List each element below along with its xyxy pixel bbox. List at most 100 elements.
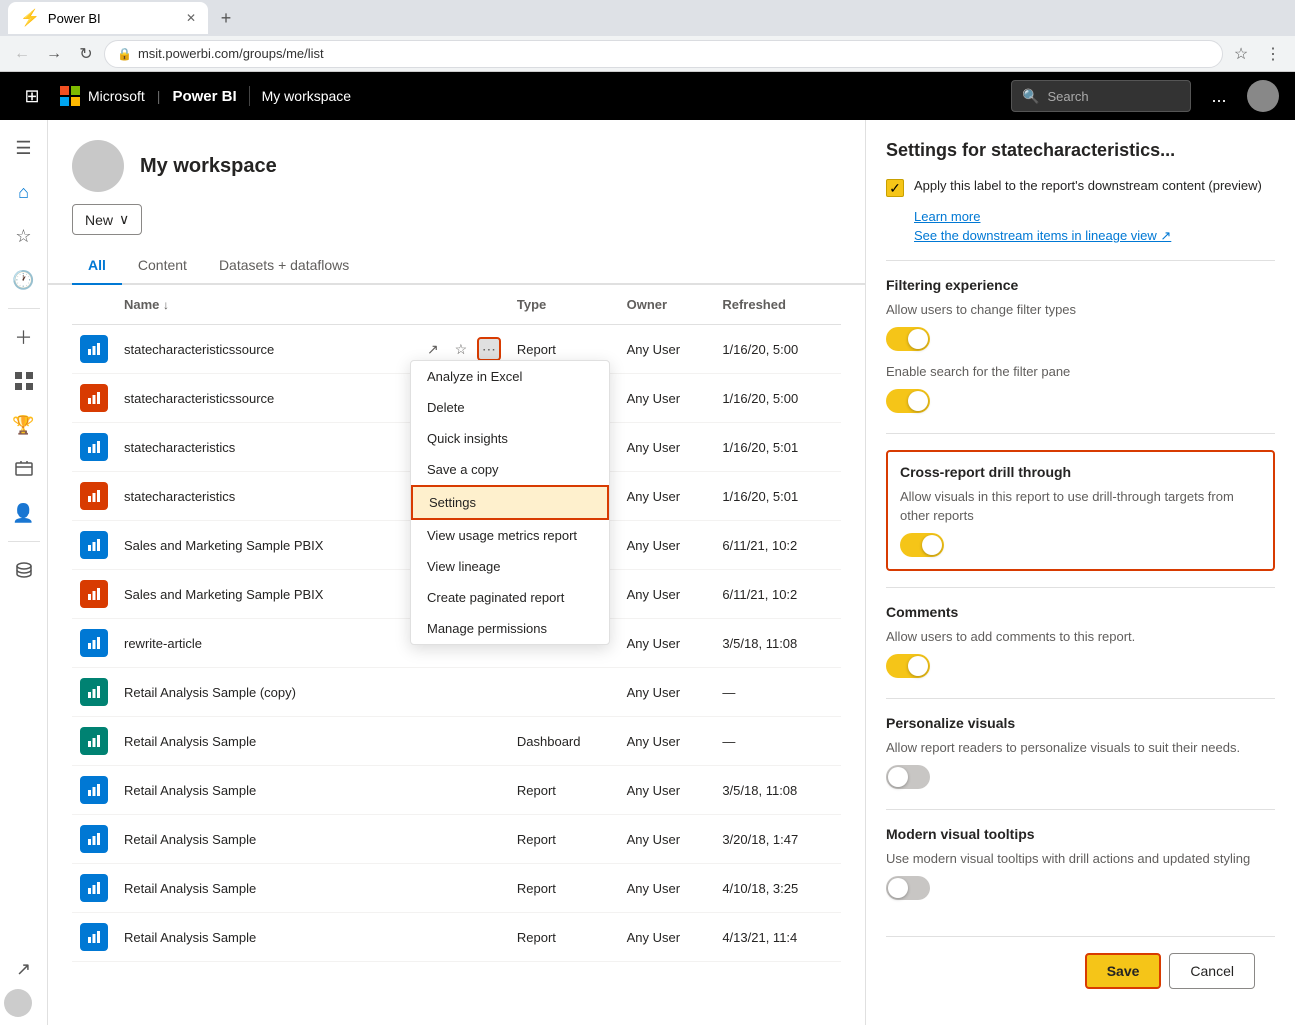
row-name-cell: statecharacteristics [116, 472, 413, 521]
checkbox-apply-label[interactable]: ✓ [886, 179, 904, 197]
waffle-icon[interactable]: ⊞ [16, 80, 48, 112]
microsoft-label: Microsoft [88, 88, 145, 104]
back-button[interactable]: ← [8, 40, 36, 68]
col-refreshed[interactable]: Refreshed [714, 285, 841, 325]
col-type[interactable]: Type [509, 285, 619, 325]
share-icon[interactable]: ↗ [421, 680, 445, 704]
item-icon [80, 384, 108, 412]
sidebar-item-menu[interactable]: ☰ [4, 128, 44, 168]
refresh-button[interactable]: ↻ [72, 40, 100, 68]
context-menu-item[interactable]: Create paginated report [411, 582, 609, 613]
row-refreshed-cell: — [714, 668, 841, 717]
row-owner-cell: Any User [619, 374, 715, 423]
row-name-cell: Retail Analysis Sample [116, 864, 413, 913]
forward-button[interactable]: → [40, 40, 68, 68]
context-menu-item[interactable]: Analyze in Excel [411, 361, 609, 392]
personalize-desc: Allow report readers to personalize visu… [886, 739, 1275, 757]
share-icon[interactable]: ↗ [421, 925, 445, 949]
sidebar-item-learn[interactable]: ↗ [4, 949, 44, 989]
share-icon[interactable]: ↗ [421, 778, 445, 802]
cancel-button[interactable]: Cancel [1169, 953, 1255, 989]
lineage-link[interactable]: See the downstream items in lineage view… [914, 228, 1275, 244]
header-more-button[interactable]: ... [1203, 80, 1235, 112]
share-icon[interactable]: ↗ [421, 827, 445, 851]
more-options-button[interactable]: ⋯ [477, 925, 501, 949]
sidebar-item-apps[interactable] [4, 361, 44, 401]
search-icon: 🔍 [1022, 88, 1039, 105]
divider-5 [886, 809, 1275, 810]
sidebar-item-create[interactable]: ＋ [4, 317, 44, 357]
save-button[interactable]: Save [1085, 953, 1162, 989]
filter-search-desc: Enable search for the filter pane [886, 363, 1275, 381]
bookmark-button[interactable]: ☆ [1227, 40, 1255, 68]
star-icon[interactable]: ☆ [449, 778, 473, 802]
context-menu-item[interactable]: Quick insights [411, 423, 609, 454]
toggle-cross-report[interactable] [900, 533, 944, 557]
sidebar-item-favorites[interactable]: ☆ [4, 216, 44, 256]
sidebar-item-recent[interactable]: 🕐 [4, 260, 44, 300]
share-icon[interactable]: ↗ [421, 729, 445, 753]
new-button[interactable]: New ∨ [72, 204, 142, 235]
section-personalize: Personalize visuals Allow report readers… [886, 715, 1275, 789]
row-icon-cell [72, 374, 116, 423]
more-options-button[interactable]: ⋯ [477, 337, 501, 361]
new-tab-button[interactable]: + [212, 4, 240, 32]
item-icon [80, 335, 108, 363]
item-name: Retail Analysis Sample [124, 930, 256, 945]
share-icon[interactable]: ↗ [421, 337, 445, 361]
sidebar-item-people[interactable]: 👤 [4, 493, 44, 533]
star-icon[interactable]: ☆ [449, 925, 473, 949]
sidebar-item-home[interactable]: ⌂ [4, 172, 44, 212]
workspace-avatar [72, 140, 124, 192]
col-name[interactable]: Name ↓ [116, 285, 413, 325]
star-icon[interactable]: ☆ [449, 876, 473, 900]
context-menu-item[interactable]: View usage metrics report [411, 520, 609, 551]
context-menu-item[interactable]: View lineage [411, 551, 609, 582]
comments-desc: Allow users to add comments to this repo… [886, 628, 1275, 646]
avatar[interactable] [1247, 80, 1279, 112]
toggle-row-cross-report [900, 533, 1261, 557]
sidebar-item-avatar[interactable] [4, 989, 32, 1017]
more-options-button[interactable]: ⋯ [477, 680, 501, 704]
item-icon [80, 531, 108, 559]
toggle-comments[interactable] [886, 654, 930, 678]
tooltips-desc: Use modern visual tooltips with drill ac… [886, 850, 1275, 868]
share-icon[interactable]: ↗ [421, 876, 445, 900]
context-menu-item[interactable]: Save a copy [411, 454, 609, 485]
context-menu-item[interactable]: Manage permissions [411, 613, 609, 644]
toggle-filter-search[interactable] [886, 389, 930, 413]
tab-datasets[interactable]: Datasets + dataflows [203, 247, 365, 285]
learn-more-link[interactable]: Learn more [914, 209, 1275, 224]
more-options-button[interactable]: ⋯ [477, 778, 501, 802]
sidebar-item-workspaces[interactable] [4, 449, 44, 489]
address-bar[interactable]: 🔒 msit.powerbi.com/groups/me/list [104, 40, 1223, 68]
more-options-button[interactable]: ⋯ [477, 876, 501, 900]
col-owner[interactable]: Owner [619, 285, 715, 325]
sidebar-item-datasets[interactable] [4, 550, 44, 590]
browser-more-button[interactable]: ⋮ [1259, 40, 1287, 68]
table-header: Name ↓ Type Owner Refreshed [72, 285, 841, 325]
sidebar-item-metrics[interactable]: 🏆 [4, 405, 44, 445]
divider-3 [886, 587, 1275, 588]
star-icon[interactable]: ☆ [449, 680, 473, 704]
tab-close-button[interactable]: ✕ [186, 11, 196, 25]
star-icon[interactable]: ☆ [449, 827, 473, 851]
tab-content[interactable]: Content [122, 247, 203, 285]
more-options-button[interactable]: ⋯ [477, 729, 501, 753]
context-menu-item[interactable]: Delete [411, 392, 609, 423]
search-box[interactable]: 🔍 Search [1011, 80, 1191, 112]
row-refreshed-cell: 6/11/21, 10:2 [714, 570, 841, 619]
item-name: Retail Analysis Sample [124, 832, 256, 847]
star-icon[interactable]: ☆ [449, 337, 473, 361]
new-button-label: New [85, 212, 113, 228]
tab-all[interactable]: All [72, 247, 122, 285]
toggle-thumb-6 [888, 878, 908, 898]
toggle-personalize[interactable] [886, 765, 930, 789]
toggle-tooltips[interactable] [886, 876, 930, 900]
toggle-filter-types[interactable] [886, 327, 930, 351]
star-icon[interactable]: ★ [449, 729, 473, 753]
more-options-button[interactable]: ⋯ [477, 827, 501, 851]
tab-favicon: ⚡ [20, 8, 40, 28]
browser-tab[interactable]: ⚡ Power BI ✕ [8, 2, 208, 34]
context-menu-item[interactable]: Settings [411, 485, 609, 520]
